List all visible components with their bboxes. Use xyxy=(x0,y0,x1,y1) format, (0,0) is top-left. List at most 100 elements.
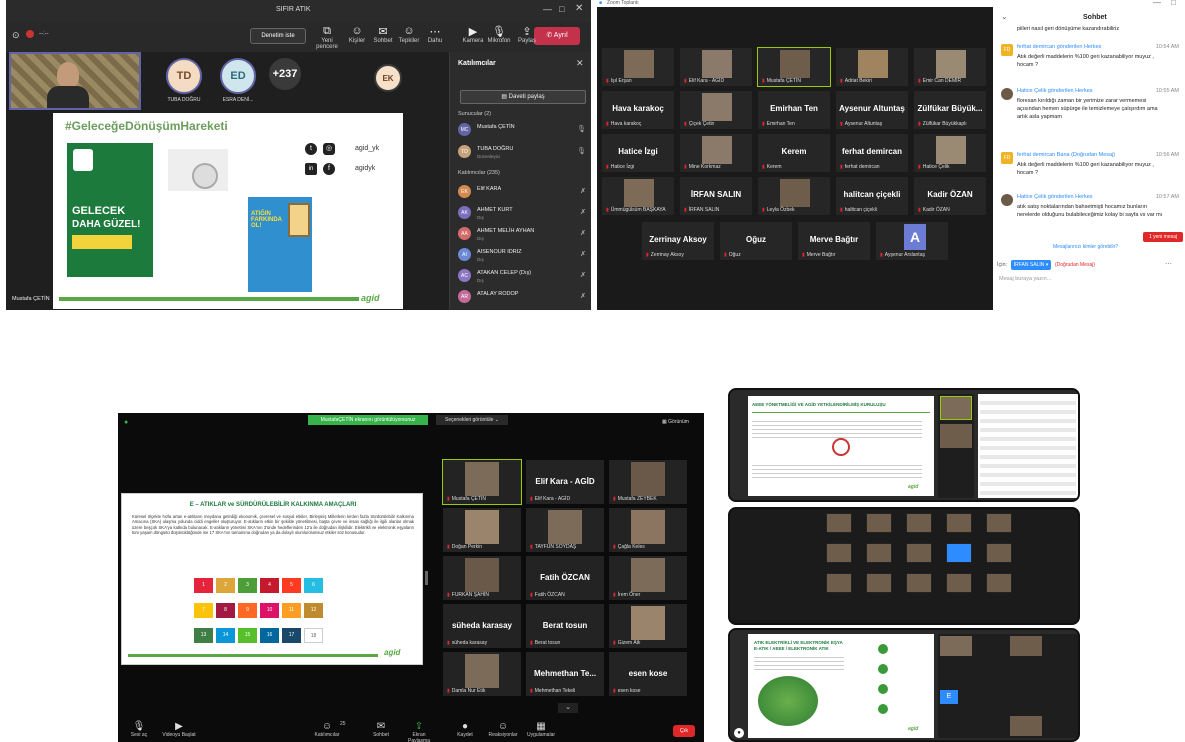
participant-tile[interactable]: Hatice İzgi Hatice İzgi xyxy=(601,133,675,173)
minimize-icon[interactable]: — xyxy=(1153,0,1161,7)
participant-label: Kadir ÖZAN xyxy=(918,207,950,213)
close-panel-icon[interactable]: ✕ xyxy=(576,58,584,69)
toolbar-sesi-aç-button[interactable]: 🎙 Sesi aç xyxy=(122,721,156,738)
toolbar-videoyu-başlat-button[interactable]: ▶ Videoyu Başlat xyxy=(162,721,196,738)
participant-tile[interactable]: Aysenur Altuntaş Aysenur Altuntaş xyxy=(835,90,909,130)
participant-tile[interactable]: İrem Öner xyxy=(608,555,688,601)
participant-row[interactable]: AK AHMET KURT Dış ✗ xyxy=(458,205,588,225)
participant-tile[interactable]: Mine Korkmaz xyxy=(679,133,753,173)
presenter-video xyxy=(9,52,141,110)
toolbar-reaksiyonlar-button[interactable]: ☺ Reaksiyonlar xyxy=(486,721,520,738)
participant-role: Dış xyxy=(477,215,484,220)
participant-row[interactable]: TD TUBA DOĞRU Düzenleyici 🎙 xyxy=(458,144,588,164)
toolbar-ekran-paylaşma-button[interactable]: ⇪ Ekran Paylaşma xyxy=(402,721,436,742)
info-icon[interactable]: ⊙ xyxy=(12,30,20,41)
maximize-icon[interactable]: □ xyxy=(559,4,564,14)
participant-tile[interactable]: Hatice Çelik xyxy=(913,133,987,173)
participant-tile[interactable]: Berat tosun Berat tosun xyxy=(525,603,605,649)
who-can-see-link[interactable]: Mesajlarınızı kimler görebilir? xyxy=(1053,244,1118,250)
mic-muted-icon: ✗ xyxy=(580,230,586,237)
chevron-down-icon[interactable]: ⌄ xyxy=(1001,12,1008,21)
attendees-section[interactable]: Katılımcılar (235) xyxy=(458,170,500,176)
participant-tile[interactable]: Elif Kara - AGİD xyxy=(679,47,753,87)
participant-tile[interactable]: Işıl Erşan xyxy=(601,47,675,87)
scroll-down-icon[interactable]: ⌄ xyxy=(558,703,578,713)
leave-button[interactable]: Çık xyxy=(673,725,695,737)
toolbar-mikrofon-button[interactable]: 🎙 Mikrofon xyxy=(484,25,514,44)
participant-row[interactable]: AI AISENOUR IDRIZ Dış ✗ xyxy=(458,247,588,267)
sdg-goal-icon: 5 xyxy=(282,578,301,593)
participant-row[interactable]: EK Elif KARA ✗ xyxy=(458,184,588,204)
participant-tile[interactable]: halitcan çiçekli halitcan çiçekli xyxy=(835,176,909,216)
participant-label: Mustafa ÇETİN xyxy=(447,496,486,502)
participant-tile[interactable]: Merve Bağtır Merve Bağtır xyxy=(797,221,871,261)
participant-tile[interactable]: Emirhan Ten Emirhan Ten xyxy=(757,90,831,130)
maximize-icon[interactable]: □ xyxy=(1171,0,1176,7)
social-handle-2: agidyk xyxy=(355,165,376,172)
participant-tile[interactable]: Mustafa ZEYBEK xyxy=(608,459,688,505)
participant-row[interactable]: AC ATAKAN CELEP (Dış) Dış ✗ xyxy=(458,268,588,288)
participant-tile[interactable]: Mehmethan Te... Mehmethan Tekeli xyxy=(525,651,605,697)
participant-tile[interactable]: Mustafa ÇETİN xyxy=(757,47,831,87)
sdg-goal-icon: 13 xyxy=(194,628,213,643)
participant-tile[interactable]: Kerem Kerem xyxy=(757,133,831,173)
toolbar-uygulamalar-button[interactable]: ▦ Uygulamalar xyxy=(524,721,558,738)
participant-tile[interactable]: TAYFUN SOYDAŞ xyxy=(525,507,605,553)
toolbar-label: Sesi aç xyxy=(130,732,148,738)
participant-tile[interactable]: Zülfükar Büyük... Zülfükar Büyükkaplı xyxy=(913,90,987,130)
message-text: Atık değerli maddelerin %100 geri kazana… xyxy=(1017,54,1154,68)
presenters-section[interactable]: Sunucular (2) xyxy=(458,111,491,117)
poster-line1: GELECEK xyxy=(72,205,126,217)
participant-tile[interactable]: İRFAN SALIN İRFAN SALIN xyxy=(679,176,753,216)
participant-tile[interactable]: Mustafa ÇETİN xyxy=(442,459,522,505)
request-control-button[interactable]: Denetim iste xyxy=(250,28,306,44)
participant-tile[interactable]: Oğuz Oğuz xyxy=(719,221,793,261)
participant-tile[interactable]: süheda karasay süheda karasay xyxy=(442,603,522,649)
view-options-button[interactable]: Seçenekleri görüntüle ⌄ xyxy=(436,415,508,425)
participant-tile[interactable]: Hava karakoç Hava karakoç xyxy=(601,90,675,130)
participant-tile[interactable]: Çağla Keles xyxy=(608,507,688,553)
participant-row[interactable]: AA AHMET MELİH AYHAN Dış ✗ xyxy=(458,226,588,246)
close-icon[interactable]: ✕ xyxy=(575,3,583,14)
avatar: AA xyxy=(458,227,471,240)
toolbar-yeni-pencere-button[interactable]: ⧉ Yeni pencere xyxy=(312,25,342,50)
participant-label: Berat tosun xyxy=(530,640,561,646)
participant-tile[interactable]: Çiçek Çetin xyxy=(679,90,753,130)
toolbar-katılımcılar-button[interactable]: ☺ Katılımcılar xyxy=(310,721,344,738)
participant-tile[interactable]: FURKAN ŞAHİN xyxy=(442,555,522,601)
toolbar-sohbet-button[interactable]: ✉ Sohbet xyxy=(364,721,398,738)
participant-tile[interactable]: Doğan Perkin xyxy=(442,507,522,553)
participant-row[interactable]: MC Mustafa ÇETİN 🎙 xyxy=(458,122,588,142)
minimize-icon[interactable]: — xyxy=(543,4,552,14)
participant-row[interactable]: AR ATALAY RODOP ✗ xyxy=(458,289,588,309)
participant-tile[interactable]: Elif Kara - AGİD Elif Kara - AGİD xyxy=(525,459,605,505)
participant-tile[interactable]: Damla Nur Etik xyxy=(442,651,522,697)
recipient-value: İRFAN SALIN xyxy=(1013,262,1045,268)
participant-tile[interactable]: Adriat Bekiri xyxy=(835,47,909,87)
toolbar-label: Kaydet xyxy=(457,732,473,738)
toolbar-label: Reaksiyonlar xyxy=(488,732,518,738)
share-invite-button[interactable]: ▤ Daveti paylaş xyxy=(460,90,586,104)
toolbar-kaydet-button[interactable]: ● Kaydet xyxy=(448,721,482,738)
participant-tile[interactable]: esen kose esen kose xyxy=(608,651,688,697)
participant-tile[interactable]: Gizem Atlı xyxy=(608,603,688,649)
participant-tile[interactable]: Zerrinay Aksoy Zerrinay Aksoy xyxy=(641,221,715,261)
avatar: AR xyxy=(458,290,471,303)
participant-tile[interactable]: Emir Can DEMİR xyxy=(913,47,987,87)
more-icon[interactable]: ⋯ xyxy=(1165,260,1172,268)
participant-tile[interactable]: Ümmügülsüm BAŞKAYA xyxy=(601,176,675,216)
recipient-select[interactable]: İRFAN SALIN ▾ xyxy=(1011,260,1051,270)
participant-tile[interactable]: Fatih ÖZCAN Fatih ÖZCAN xyxy=(525,555,605,601)
participant-tile[interactable]: ferhat demircan ferhat demircan xyxy=(835,133,909,173)
toolbar-dahu-button[interactable]: ⋯ Dahu xyxy=(420,25,450,44)
chat-input[interactable]: Mesaj buraya yazın... xyxy=(997,274,1181,288)
toolbar-paylaş-button[interactable]: ⇪ Paylaş xyxy=(512,25,542,44)
participant-tile[interactable]: Kadir ÖZAN Kadir ÖZAN xyxy=(913,176,987,216)
zoom-gallery-window: ■ Zoom Toplantı Işıl Erşan Elif Kara - AG… xyxy=(597,0,1185,310)
participant-tile[interactable]: Leyla Özbek xyxy=(757,176,831,216)
message-text: atık satış noktalarından bahsetmişti hoc… xyxy=(1017,204,1163,218)
view-button[interactable]: ▦ Görünüm xyxy=(662,419,689,425)
message-text: floresan kırıldığı zaman bir yerimize za… xyxy=(1017,98,1158,120)
split-handle[interactable] xyxy=(425,571,428,585)
participant-tile[interactable]: A Ayşenur Arslantaş xyxy=(875,221,949,261)
